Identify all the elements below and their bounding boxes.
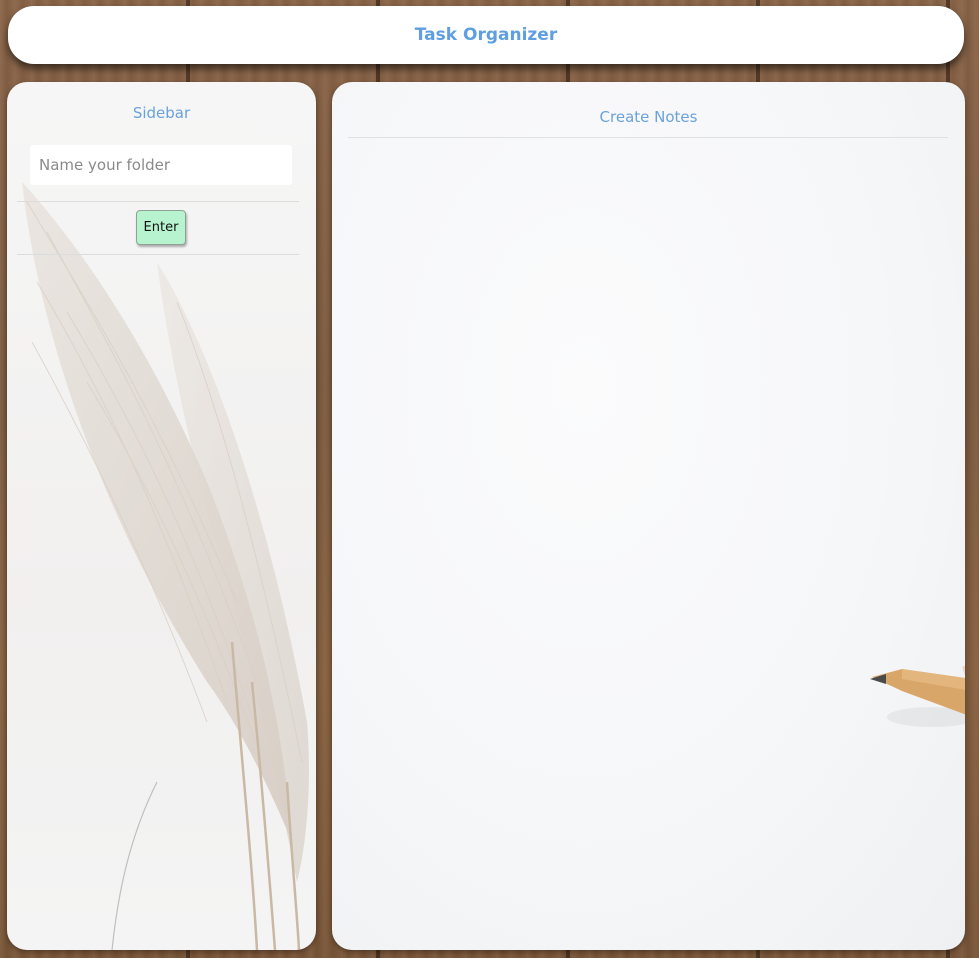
app-header: Task Organizer xyxy=(8,6,964,64)
sidebar-divider xyxy=(17,254,299,255)
notes-area[interactable] xyxy=(348,142,948,932)
notes-divider xyxy=(348,137,948,138)
app-title: Task Organizer xyxy=(414,25,558,45)
notes-panel: Create Notes xyxy=(332,82,965,950)
sidebar-panel: Sidebar Enter xyxy=(7,82,316,950)
sidebar-divider xyxy=(17,201,299,202)
pencil-icon xyxy=(870,665,965,727)
notes-title: Create Notes xyxy=(599,108,698,126)
folder-name-input[interactable] xyxy=(30,145,292,185)
sidebar-title: Sidebar xyxy=(132,104,191,122)
enter-button[interactable]: Enter xyxy=(136,210,186,245)
